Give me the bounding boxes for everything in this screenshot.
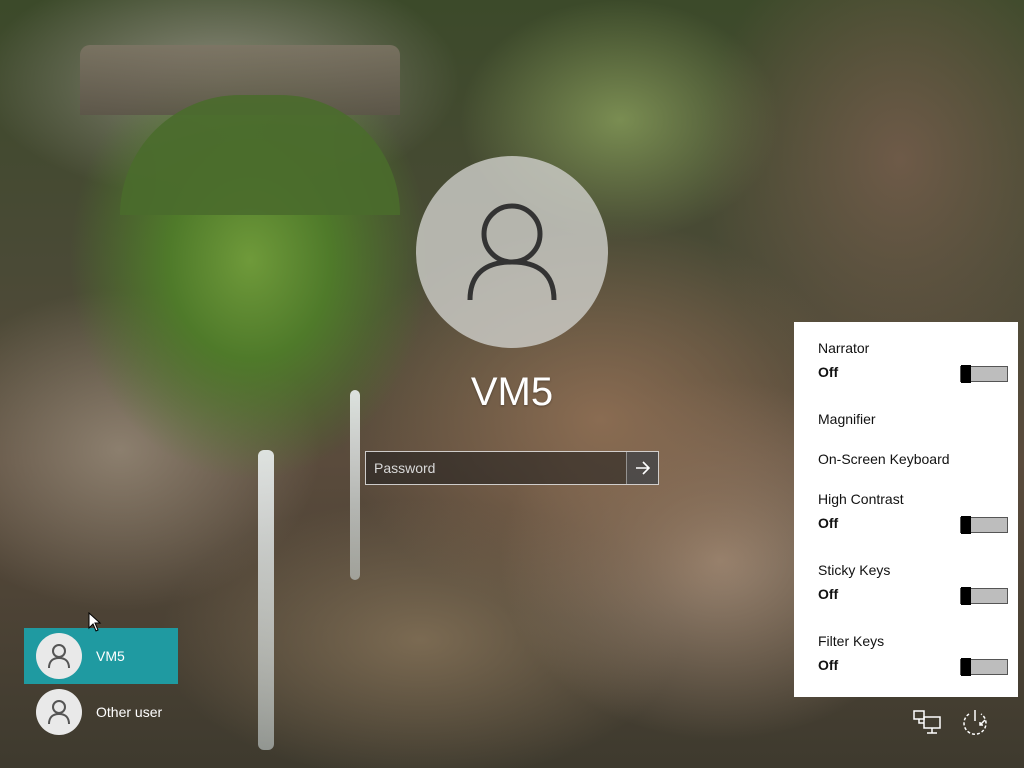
password-input[interactable] bbox=[366, 452, 626, 484]
magnifier-label: Magnifier bbox=[818, 411, 876, 427]
narrator-label: Narrator bbox=[818, 340, 870, 356]
user-icon bbox=[467, 203, 557, 301]
user-list-label: VM5 bbox=[96, 648, 125, 664]
user-list-label: Other user bbox=[96, 704, 163, 720]
network-icon bbox=[913, 710, 941, 734]
filter-keys-toggle[interactable] bbox=[960, 658, 1008, 676]
user-icon bbox=[36, 633, 82, 679]
narrator-toggle[interactable] bbox=[960, 365, 1008, 383]
filter-keys-label: Filter Keys bbox=[818, 633, 885, 649]
sticky-keys-label: Sticky Keys bbox=[818, 562, 891, 578]
power-button[interactable] bbox=[958, 705, 992, 739]
magnifier-option[interactable]: Magnifier bbox=[818, 411, 984, 427]
mouse-cursor-icon bbox=[88, 612, 102, 632]
background-waterfall bbox=[350, 390, 360, 580]
high-contrast-toggle[interactable] bbox=[960, 516, 1008, 534]
high-contrast-option: High Contrast Off bbox=[818, 491, 1008, 534]
user-list-item-vm5[interactable]: VM5 bbox=[24, 628, 178, 684]
onscreen-keyboard-option[interactable]: On-Screen Keyboard bbox=[818, 451, 984, 467]
background-waterfall bbox=[258, 450, 274, 750]
username-title: VM5 bbox=[470, 370, 554, 414]
narrator-option: Narrator Off bbox=[818, 340, 1008, 383]
sticky-keys-option: Sticky Keys Off bbox=[818, 562, 1008, 605]
password-box bbox=[365, 451, 659, 485]
network-button[interactable] bbox=[910, 705, 944, 739]
sticky-keys-toggle[interactable] bbox=[960, 587, 1008, 605]
user-avatar bbox=[416, 156, 608, 348]
filter-keys-option: Filter Keys Off bbox=[818, 633, 1008, 676]
user-list-item-other-user[interactable]: Other user bbox=[24, 684, 178, 740]
ease-of-access-panel: Narrator Off Magnifier On-Screen Keyboar… bbox=[794, 322, 1018, 697]
high-contrast-label: High Contrast bbox=[818, 491, 904, 507]
onscreen-keyboard-label: On-Screen Keyboard bbox=[818, 451, 950, 467]
arrow-right-icon bbox=[635, 461, 650, 475]
user-icon bbox=[36, 689, 82, 735]
submit-button[interactable] bbox=[626, 452, 658, 484]
power-icon bbox=[963, 710, 987, 735]
